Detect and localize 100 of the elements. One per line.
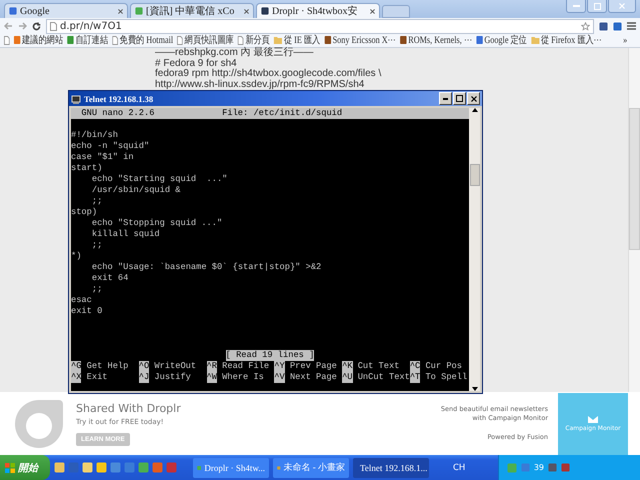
taskbar-button[interactable]: Droplr · Sh4tw... <box>193 458 269 478</box>
more-bookmarks-button[interactable]: » <box>623 34 628 46</box>
shortcut-label: UnCut Text <box>358 372 410 383</box>
bookmark-link[interactable]: Google 定位 <box>476 34 527 47</box>
star-icon[interactable] <box>581 22 590 30</box>
code-line: case "$1" in <box>71 152 135 163</box>
taskbar-button[interactable]: Telnet 192.168.1... <box>353 458 429 478</box>
page-text: fedora9 rpm http://sh4twbox.googlecode.com/files \ <box>155 69 382 80</box>
browser-tab[interactable]: Droplr · Sh4twbox安 <box>256 3 380 18</box>
code-line: esac <box>71 295 93 306</box>
shortcut-label: Next Page <box>290 372 337 383</box>
code-line: /usr/sbin/squid & <box>90 185 182 196</box>
reload-icon[interactable] <box>32 22 41 30</box>
shortcut-key: ^J <box>138 372 150 383</box>
close-icon[interactable] <box>470 96 476 102</box>
folder-icon <box>531 36 540 44</box>
favicon-icon <box>261 7 269 15</box>
tray-text: 39 <box>534 463 544 472</box>
down-arrow-icon[interactable] <box>472 387 478 391</box>
shortcut-label: Where Is <box>222 372 264 383</box>
page-icon <box>50 22 57 30</box>
code-line: *) <box>71 251 82 262</box>
code-line: #!/bin/sh <box>71 130 119 141</box>
shortcut-label: Prev Page <box>290 361 337 372</box>
bookmark-link[interactable]: 從 IE 匯入 <box>274 34 320 47</box>
page-text: # Fedora 9 for sh4 <box>155 58 238 68</box>
bookmark-link[interactable]: Sony Ericsson X⋯ <box>324 34 396 46</box>
restore-icon <box>594 2 600 10</box>
maximize-button[interactable] <box>453 92 466 105</box>
envelope-icon <box>588 416 598 422</box>
scrollbar-thumb[interactable] <box>629 108 640 250</box>
minimize-icon <box>443 98 448 100</box>
shortcut-key: ^G <box>71 361 82 372</box>
bookmark-link[interactable]: 建議的網站 <box>14 34 64 47</box>
scrollbar-thumb[interactable] <box>470 164 480 186</box>
minimize-icon <box>572 5 580 7</box>
status-message: [ Read 19 lines ] <box>226 350 314 361</box>
app-icon <box>68 462 79 473</box>
app-icon <box>96 462 107 473</box>
code-line: ;; <box>90 196 104 207</box>
menu-icon[interactable] <box>627 22 636 30</box>
code-line: echo "Starting squid ..." <box>90 174 228 185</box>
shortcut-key: ^K <box>342 361 352 372</box>
restore-button[interactable] <box>587 0 607 13</box>
up-arrow-icon[interactable] <box>472 108 478 112</box>
forward-icon[interactable] <box>18 22 27 30</box>
start-button[interactable]: 開始 <box>0 455 50 480</box>
shortcut-key: ^V <box>274 372 285 383</box>
page-text: http://www.sh-linux.ssdev.jp/rpm-fc9/RPMS/sh4 <box>155 80 366 90</box>
shortcut-key: ^O <box>138 361 150 372</box>
scrollbar[interactable] <box>469 108 480 391</box>
back-icon[interactable] <box>4 22 13 30</box>
shortcut-label: Get Help <box>86 361 128 372</box>
scrollbar[interactable] <box>628 48 640 392</box>
file-name: File: /etc/init.d/squid <box>222 108 342 119</box>
maximize-icon <box>456 95 463 102</box>
shortcut-key: ^X <box>71 372 82 383</box>
code-line: exit 0 <box>71 306 104 317</box>
bookmark-link[interactable]: ROMs, Kernels, ⋯ <box>400 34 472 46</box>
shortcut-key: ^C <box>410 361 420 372</box>
app-icon <box>124 462 135 473</box>
close-icon[interactable] <box>370 8 375 14</box>
app-icon <box>110 462 121 473</box>
browser-tab[interactable]: Google <box>4 3 128 18</box>
shortcut-label: To Spell <box>425 372 468 383</box>
shortcut-key: ^W <box>206 372 217 383</box>
code-line: killall squid <box>90 229 161 240</box>
bookmark-link[interactable]: 新分頁 <box>238 34 270 47</box>
windows-logo-icon <box>5 462 15 472</box>
shortcut-label: Justify <box>154 372 191 383</box>
code-line: exit 64 <box>90 273 130 284</box>
close-icon[interactable] <box>244 8 249 14</box>
code-line: echo -n "squid" <box>71 141 150 152</box>
taskbar-button[interactable]: 未命名 - 小畫家 <box>273 458 349 478</box>
language-indicator[interactable]: CH <box>453 462 466 472</box>
favicon-icon <box>135 7 143 15</box>
bookmark-link[interactable]: 從 Firefox 匯入⋯ <box>531 34 602 47</box>
folder-icon <box>274 36 282 44</box>
code-line: echo "Stopping squid ..." <box>90 218 224 229</box>
editor-version: GNU nano 2.2.6 <box>81 108 156 119</box>
browser-tab[interactable]: [資訊] 中華電信 xCo <box>130 3 254 18</box>
shortcut-key: ^R <box>206 361 217 372</box>
new-tab-button[interactable] <box>382 5 410 18</box>
page-text: ——rebshpkg.com 內 最後三行—— <box>155 48 314 58</box>
promo-title: Shared With Droplr <box>76 402 182 414</box>
bookmark-link[interactable]: 免費的 Hotmail <box>112 34 174 47</box>
app-icon <box>138 462 149 473</box>
shortcut-key: ^Y <box>274 361 285 372</box>
window-title: Telnet 192.168.1.38 <box>84 94 154 104</box>
address-field[interactable]: d.pr/n/w7O1 <box>46 18 594 34</box>
code-line: start) <box>71 163 104 174</box>
app-icon <box>82 462 93 473</box>
shortcut-label: Exit <box>86 372 108 383</box>
code-line: ;; <box>90 284 104 295</box>
app-icon <box>152 462 163 473</box>
shortcut-label: Cut Text <box>358 361 400 372</box>
shortcut-label: WriteOut <box>154 361 196 372</box>
bookmark-link[interactable]: 自訂連結 <box>67 34 108 47</box>
bookmark-link[interactable]: 網頁快訊圖庫 <box>177 34 234 47</box>
close-icon[interactable] <box>118 8 123 14</box>
